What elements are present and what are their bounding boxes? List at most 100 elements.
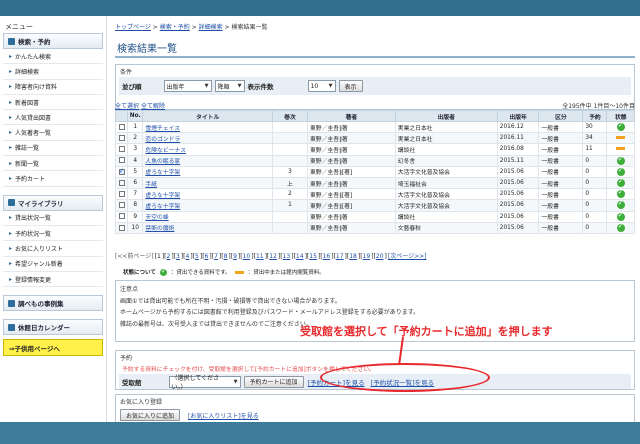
cell-publisher: 大活字文化普及協会	[394, 165, 498, 178]
breadcrumb-link-search[interactable]: 検索・予約	[160, 24, 190, 31]
breadcrumb-link-advanced[interactable]: 詳細検索	[199, 24, 223, 31]
sidebar-item-loans[interactable]: ▸ 貸出状況一覧	[3, 211, 103, 226]
row-checkbox[interactable]	[118, 157, 125, 164]
pager-page[interactable]: 12	[269, 253, 277, 260]
pager-page[interactable]: 15	[309, 253, 317, 260]
row-checkbox-cell[interactable]	[114, 165, 129, 178]
sidebar-item-reservations[interactable]: ▸ 予約状況一覧	[3, 226, 103, 242]
pager-page[interactable]: 10	[243, 253, 251, 260]
title-link[interactable]: 危険なビーナス	[145, 148, 186, 154]
pager-page[interactable]: 13	[283, 253, 291, 260]
row-checkbox-cell[interactable]	[114, 221, 129, 234]
pager-page[interactable]: 8	[224, 253, 228, 260]
pager-page[interactable]: 20	[376, 253, 384, 260]
sidebar-item-genre-new[interactable]: ▸ 希望ジャンル新着	[3, 257, 103, 272]
title-link[interactable]: 虚ろな十字架	[145, 204, 180, 210]
row-checkbox-cell[interactable]	[114, 199, 129, 212]
sidebar-item-accessible[interactable]: ▸ 障害者向け資料	[3, 80, 103, 95]
row-checkbox-cell[interactable]	[114, 143, 129, 156]
title-link[interactable]: 虚ろな十字架	[145, 170, 180, 176]
title-link[interactable]: 禁断の魔術	[145, 226, 174, 232]
sidebar-item-popular-books[interactable]: ▸ 人気貸出図書	[3, 110, 103, 126]
cell-title[interactable]: 天空の蜂	[142, 210, 273, 223]
pager-page[interactable]: 14	[296, 253, 304, 260]
sidebar-item-favorites[interactable]: ▸ お気に入りリスト	[3, 241, 103, 257]
sidebar-item-popular-authors[interactable]: ▸ 人気著者一覧	[3, 125, 103, 141]
pager-next[interactable]: [次ページ>>]	[388, 253, 427, 260]
sidebar-section-title-calendar[interactable]: 休館日カレンダー	[3, 319, 103, 336]
row-checkbox[interactable]	[118, 123, 125, 130]
cell-title[interactable]: 虚ろな十字架	[142, 165, 273, 178]
sidebar-item-label: 雑誌一覧	[15, 145, 40, 153]
row-checkbox[interactable]	[118, 202, 125, 209]
pager-page[interactable]: 16	[323, 253, 331, 260]
sidebar-item-simple-search[interactable]: ▸ かんたん検索	[3, 49, 103, 65]
title-link[interactable]: 手紙	[145, 182, 157, 188]
sidebar-item-reserve-cart[interactable]: ▸ 予約カート	[3, 171, 103, 187]
sidebar-item-profile[interactable]: ▸ 登録情報変更	[3, 272, 103, 288]
sidebar-item-magazines[interactable]: ▸ 雑誌一覧	[3, 141, 103, 157]
count-select[interactable]: 10 ▼	[307, 80, 336, 92]
cell-title[interactable]: 危険なビーナス	[142, 143, 273, 156]
pickup-select[interactable]: （選択してください。） ▼	[168, 375, 241, 391]
sort-field-select[interactable]: 出版年 ▼	[163, 80, 212, 92]
sort-order-select[interactable]: 降順 ▼	[214, 80, 245, 92]
row-checkbox[interactable]	[118, 224, 125, 231]
sidebar-section-title-mylibrary[interactable]: マイライブラリ	[3, 194, 103, 211]
title-link[interactable]: 虚ろな十字架	[145, 193, 180, 199]
row-checkbox[interactable]	[118, 135, 125, 142]
row-checkbox-cell[interactable]	[114, 176, 129, 190]
pager-page[interactable]: 9	[233, 253, 237, 260]
pager-page[interactable]: 11	[256, 253, 264, 260]
cell-title[interactable]: 雪煙チェイス	[142, 120, 273, 134]
pager-prev[interactable]: [<<前ページ]	[115, 253, 154, 260]
cell-title[interactable]: 手紙	[142, 176, 273, 190]
row-checkbox[interactable]	[118, 179, 125, 186]
pager-page[interactable]: 3	[176, 253, 180, 260]
title-link[interactable]: 天空の蜂	[145, 215, 168, 221]
count-label: 表示件数	[247, 83, 274, 91]
cell-title[interactable]: 虚ろな十字架	[142, 199, 273, 212]
cell-title[interactable]: 恋のゴンドラ	[142, 132, 273, 145]
favorites-label: お気に入り登録	[120, 399, 163, 406]
child-page-button[interactable]: ⇒子供用ページへ	[3, 339, 103, 357]
row-checkbox-cell[interactable]	[114, 154, 129, 167]
cell-title[interactable]: 禁断の魔術	[142, 221, 273, 234]
row-checkbox-cell[interactable]	[114, 120, 129, 134]
pager-page[interactable]: 4	[186, 253, 190, 260]
sidebar-item-new-books[interactable]: ▸ 新着図書	[3, 95, 103, 111]
row-checkbox[interactable]	[118, 190, 125, 197]
cell-publisher: 講談社	[394, 143, 498, 156]
pager-page[interactable]: 6	[205, 253, 209, 260]
add-favorite-button[interactable]: お気に入りに追加	[120, 409, 181, 421]
deselect-all-link[interactable]: 全て解除	[141, 103, 165, 110]
cell-year: 2015.06	[496, 221, 540, 234]
pager-page[interactable]: 18	[349, 253, 357, 260]
view-favorites-link[interactable]: [お気に入りリスト]を見る	[188, 411, 259, 420]
sidebar-item-advanced-search[interactable]: ▸ 詳細検索	[3, 64, 103, 80]
cell-year: 2016.11	[496, 132, 540, 145]
pager-page[interactable]: 5	[195, 253, 199, 260]
pager-page[interactable]: 19	[363, 253, 371, 260]
row-checkbox-cell[interactable]	[114, 132, 129, 145]
row-checkbox-cell[interactable]	[114, 210, 129, 223]
sidebar-item-newspapers[interactable]: ▸ 新聞一覧	[3, 156, 103, 172]
row-checkbox[interactable]	[118, 167, 125, 175]
pager-page[interactable]: 2	[166, 253, 170, 260]
sidebar-section-title-research[interactable]: 調べもの事例集	[3, 295, 103, 312]
row-checkbox[interactable]	[118, 146, 125, 153]
title-link[interactable]: 人魚の眠る家	[145, 159, 180, 165]
title-link[interactable]: 雪煙チェイス	[145, 126, 180, 132]
title-link[interactable]: 恋のゴンドラ	[145, 137, 180, 143]
row-checkbox[interactable]	[118, 213, 125, 220]
cell-title[interactable]: 虚ろな十字架	[142, 188, 273, 201]
breadcrumb-link-top[interactable]: トップページ	[115, 24, 151, 31]
show-button[interactable]: 表示	[338, 80, 363, 92]
add-to-cart-button[interactable]: 予約カートに追加	[243, 375, 304, 388]
pager-page[interactable]: 17	[336, 253, 344, 260]
select-all-link[interactable]: 全て選択	[115, 103, 139, 110]
cell-title[interactable]: 人魚の眠る家	[142, 154, 273, 167]
pager-page[interactable]: 7	[214, 253, 218, 260]
row-checkbox-cell[interactable]	[114, 188, 129, 201]
sidebar-section-title-search[interactable]: 検索・予約	[3, 33, 103, 49]
